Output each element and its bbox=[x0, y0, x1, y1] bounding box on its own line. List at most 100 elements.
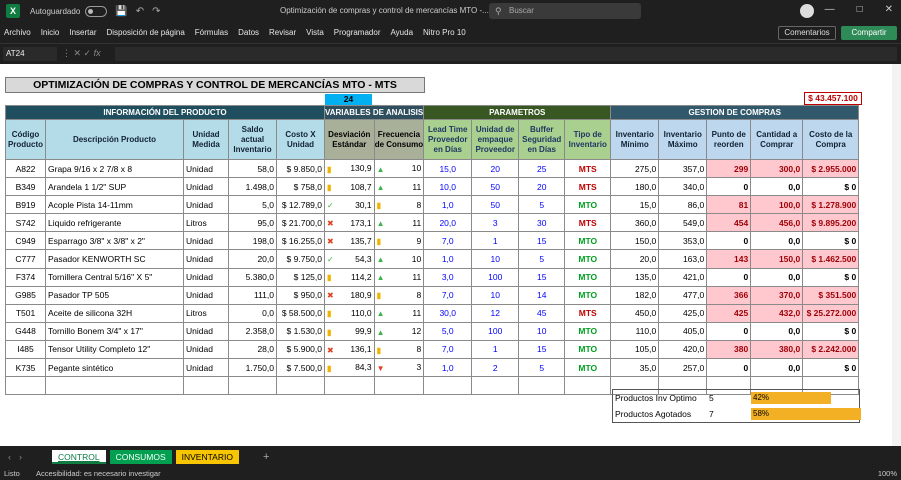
close-icon[interactable]: ✕ bbox=[885, 4, 893, 15]
unit-cost-cell[interactable]: $ 7.500,0 bbox=[276, 358, 325, 378]
empty-cell[interactable] bbox=[324, 376, 375, 396]
buy-qty-cell[interactable]: 456,0 bbox=[750, 213, 804, 233]
frequency-cell[interactable]: ▮ 8 bbox=[373, 195, 425, 215]
max-inventory-cell[interactable]: 353,0 bbox=[658, 231, 708, 251]
code-cell[interactable]: I485 bbox=[5, 339, 46, 360]
menu-item-9[interactable]: Ayuda bbox=[390, 28, 413, 37]
column-header-13[interactable]: Punto de reorden bbox=[706, 119, 752, 160]
max-inventory-cell[interactable]: 86,0 bbox=[658, 195, 708, 215]
buy-qty-cell[interactable]: 0,0 bbox=[750, 358, 804, 378]
frequency-cell[interactable]: ▮ 8 bbox=[373, 285, 425, 305]
share-button[interactable]: Compartir bbox=[841, 26, 897, 40]
buffer-cell[interactable]: 20 bbox=[518, 177, 566, 197]
buy-qty-cell[interactable]: 100,0 bbox=[750, 195, 804, 215]
std-dev-cell[interactable]: ✓ 54,3 bbox=[324, 249, 375, 269]
reorder-point-cell[interactable]: 143 bbox=[706, 249, 752, 269]
reorder-point-cell[interactable]: 0 bbox=[706, 231, 752, 251]
column-header-0[interactable]: Código Producto bbox=[5, 119, 46, 160]
stock-cell[interactable]: 0,0 bbox=[228, 303, 277, 323]
unit-cell[interactable]: Litros bbox=[183, 303, 229, 323]
reorder-point-cell[interactable]: 299 bbox=[706, 158, 752, 179]
unit-cost-cell[interactable]: $ 21.700,0 bbox=[276, 213, 325, 233]
frequency-cell[interactable]: ▮ 9 bbox=[373, 231, 425, 251]
std-dev-cell[interactable]: ▮ 114,2 bbox=[324, 267, 375, 287]
min-inventory-cell[interactable]: 360,0 bbox=[610, 213, 660, 233]
column-header-7[interactable]: Lead Time Proveedor en Días bbox=[423, 119, 473, 160]
code-cell[interactable]: B349 bbox=[5, 177, 46, 197]
pack-unit-cell[interactable]: 20 bbox=[471, 158, 520, 179]
frequency-cell[interactable]: ▲ 11 bbox=[373, 267, 425, 287]
min-inventory-cell[interactable]: 180,0 bbox=[610, 177, 660, 197]
unit-cost-cell[interactable]: $ 16.255,0 bbox=[276, 231, 325, 251]
menu-item-0[interactable]: Archivo bbox=[4, 28, 31, 37]
inventory-type-cell[interactable]: MTS bbox=[564, 303, 612, 323]
empty-cell[interactable] bbox=[183, 376, 229, 396]
stock-cell[interactable]: 2.358,0 bbox=[228, 321, 277, 341]
unit-cell[interactable]: Unidad bbox=[183, 249, 229, 269]
frequency-cell[interactable]: ▲ 11 bbox=[373, 213, 425, 233]
purchase-cost-cell[interactable]: $ 0 bbox=[802, 321, 860, 341]
tab-inventario[interactable]: INVENTARIO bbox=[175, 449, 239, 464]
column-header-9[interactable]: Buffer Seguridad en Días bbox=[518, 119, 566, 160]
purchase-cost-cell[interactable]: $ 9.895.200 bbox=[802, 213, 860, 233]
frequency-cell[interactable]: ▼ 3 bbox=[373, 358, 425, 378]
redo-icon[interactable]: ↷ bbox=[152, 6, 160, 17]
empty-cell[interactable] bbox=[228, 376, 277, 396]
reorder-point-cell[interactable]: 0 bbox=[706, 267, 752, 287]
code-cell[interactable]: B919 bbox=[5, 195, 46, 215]
buy-qty-cell[interactable]: 0,0 bbox=[750, 231, 804, 251]
unit-cost-cell[interactable]: $ 125,0 bbox=[276, 267, 325, 287]
min-inventory-cell[interactable]: 35,0 bbox=[610, 358, 660, 378]
maximize-icon[interactable]: □ bbox=[857, 4, 863, 15]
unit-cell[interactable]: Unidad bbox=[183, 358, 229, 378]
unit-cost-cell[interactable]: $ 9.850,0 bbox=[276, 158, 325, 179]
purchase-cost-cell[interactable]: $ 0 bbox=[802, 267, 860, 287]
max-inventory-cell[interactable]: 477,0 bbox=[658, 285, 708, 305]
menu-item-6[interactable]: Revisar bbox=[269, 28, 296, 37]
code-cell[interactable]: G448 bbox=[5, 321, 46, 341]
purchase-cost-cell[interactable]: $ 1.278.900 bbox=[802, 195, 860, 215]
std-dev-cell[interactable]: ▮ 130,9 bbox=[324, 158, 375, 179]
description-cell[interactable]: Aceite de silicona 32H bbox=[45, 303, 184, 323]
frequency-cell[interactable]: ▲ 11 bbox=[373, 303, 425, 323]
description-cell[interactable]: Tornillera Central 5/16" X 5" bbox=[45, 267, 184, 287]
pack-unit-cell[interactable]: 1 bbox=[471, 339, 520, 360]
empty-cell[interactable] bbox=[373, 376, 425, 396]
buffer-cell[interactable]: 30 bbox=[518, 213, 566, 233]
zoom-level[interactable]: 100% bbox=[878, 467, 897, 480]
empty-cell[interactable] bbox=[564, 376, 612, 396]
description-cell[interactable]: Pasador TP 505 bbox=[45, 285, 184, 305]
description-cell[interactable]: Pasador KENWORTH SC bbox=[45, 249, 184, 269]
unit-cell[interactable]: Unidad bbox=[183, 195, 229, 215]
description-cell[interactable]: Tornillo Bonem 3/4" x 17" bbox=[45, 321, 184, 341]
frequency-cell[interactable]: ▲ 12 bbox=[373, 321, 425, 341]
column-header-1[interactable]: Descripción Producto bbox=[45, 119, 184, 160]
lead-time-cell[interactable]: 1,0 bbox=[423, 358, 473, 378]
purchase-cost-cell[interactable]: $ 2.955.000 bbox=[802, 158, 860, 179]
pack-unit-cell[interactable]: 12 bbox=[471, 303, 520, 323]
min-inventory-cell[interactable]: 450,0 bbox=[610, 303, 660, 323]
name-box[interactable]: AT24 bbox=[3, 47, 57, 61]
reorder-point-cell[interactable]: 0 bbox=[706, 177, 752, 197]
inventory-type-cell[interactable]: MTO bbox=[564, 321, 612, 341]
reorder-point-cell[interactable]: 425 bbox=[706, 303, 752, 323]
add-sheet-icon[interactable]: + bbox=[263, 451, 269, 463]
unit-cost-cell[interactable]: $ 9.750,0 bbox=[276, 249, 325, 269]
purchase-cost-cell[interactable]: $ 25.272.000 bbox=[802, 303, 860, 323]
lead-time-cell[interactable]: 3,0 bbox=[423, 267, 473, 287]
inventory-type-cell[interactable]: MTO bbox=[564, 231, 612, 251]
description-cell[interactable]: Tensor Utility Completo 12" bbox=[45, 339, 184, 360]
unit-cell[interactable]: Litros bbox=[183, 213, 229, 233]
max-inventory-cell[interactable]: 405,0 bbox=[658, 321, 708, 341]
buffer-cell[interactable]: 15 bbox=[518, 231, 566, 251]
unit-cell[interactable]: Unidad bbox=[183, 339, 229, 360]
vertical-scrollbar[interactable] bbox=[892, 64, 901, 446]
minimize-icon[interactable]: — bbox=[825, 4, 835, 15]
lead-time-cell[interactable]: 15,0 bbox=[423, 158, 473, 179]
lead-time-cell[interactable]: 7,0 bbox=[423, 231, 473, 251]
std-dev-cell[interactable]: ▮ 84,3 bbox=[324, 358, 375, 378]
pack-unit-cell[interactable]: 10 bbox=[471, 285, 520, 305]
unit-cell[interactable]: Unidad bbox=[183, 321, 229, 341]
min-inventory-cell[interactable]: 275,0 bbox=[610, 158, 660, 179]
lead-time-cell[interactable]: 7,0 bbox=[423, 285, 473, 305]
